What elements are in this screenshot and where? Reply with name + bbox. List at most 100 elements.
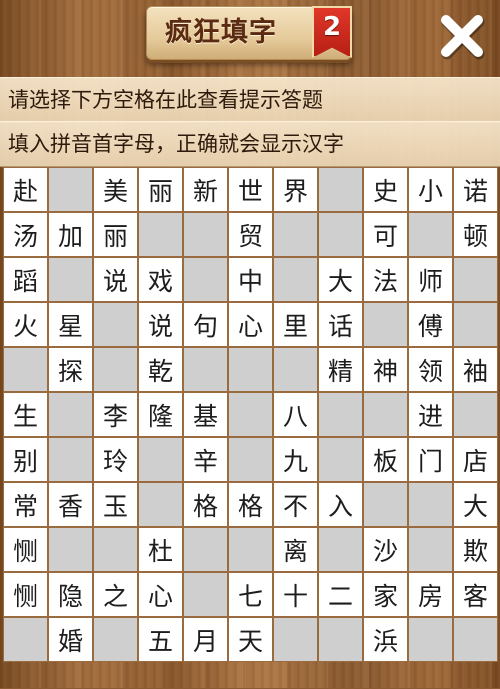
- grid-cell-blocked: [408, 482, 453, 527]
- grid-cell-blocked: [93, 527, 138, 572]
- grid-cell[interactable]: 离: [273, 527, 318, 572]
- grid-cell[interactable]: 袖: [453, 347, 498, 392]
- grid-cell[interactable]: 精: [318, 347, 363, 392]
- grid-cell[interactable]: 门: [408, 437, 453, 482]
- grid-cell[interactable]: 天: [228, 617, 273, 662]
- grid-cell-blocked: [363, 482, 408, 527]
- close-button[interactable]: [436, 10, 488, 62]
- grid-cell[interactable]: 格: [183, 482, 228, 527]
- grid-cell[interactable]: 辛: [183, 437, 228, 482]
- grid-cell[interactable]: 火: [3, 302, 48, 347]
- grid-cell[interactable]: 别: [3, 437, 48, 482]
- grid-cell-blocked: [453, 302, 498, 347]
- grid-cell[interactable]: 师: [408, 257, 453, 302]
- grid-cell[interactable]: 诺: [453, 167, 498, 212]
- grid-cell[interactable]: 恻: [3, 527, 48, 572]
- grid-cell[interactable]: 杜: [138, 527, 183, 572]
- grid-cell-blocked: [48, 167, 93, 212]
- grid-cell-blocked: [318, 527, 363, 572]
- grid-cell-blocked: [138, 482, 183, 527]
- grid-cell[interactable]: 神: [363, 347, 408, 392]
- grid-cell[interactable]: 房: [408, 572, 453, 617]
- grid-cell[interactable]: 七: [228, 572, 273, 617]
- grid-cell[interactable]: 八: [273, 392, 318, 437]
- grid-cell[interactable]: 大: [318, 257, 363, 302]
- grid-cell[interactable]: 探: [48, 347, 93, 392]
- grid-cell[interactable]: 丽: [93, 212, 138, 257]
- grid-cell[interactable]: 店: [453, 437, 498, 482]
- grid-cell-blocked: [318, 617, 363, 662]
- grid-cell[interactable]: 乾: [138, 347, 183, 392]
- hint-bar-2: 填入拼音首字母，正确就会显示汉字: [0, 121, 500, 167]
- grid-cell[interactable]: 赴: [3, 167, 48, 212]
- grid-cell[interactable]: 家: [363, 572, 408, 617]
- grid-cell[interactable]: 蹈: [3, 257, 48, 302]
- grid-cell[interactable]: 沙: [363, 527, 408, 572]
- grid-cell[interactable]: 法: [363, 257, 408, 302]
- grid-cell[interactable]: 常: [3, 482, 48, 527]
- grid-cell[interactable]: 不: [273, 482, 318, 527]
- grid-cell[interactable]: 可: [363, 212, 408, 257]
- grid-cell[interactable]: 欺: [453, 527, 498, 572]
- grid-cell[interactable]: 史: [363, 167, 408, 212]
- grid-cell[interactable]: 话: [318, 302, 363, 347]
- grid-cell[interactable]: 小: [408, 167, 453, 212]
- grid-cell[interactable]: 十: [273, 572, 318, 617]
- grid-cell[interactable]: 贸: [228, 212, 273, 257]
- grid-cell[interactable]: 香: [48, 482, 93, 527]
- grid-cell[interactable]: 进: [408, 392, 453, 437]
- grid-cell[interactable]: 心: [228, 302, 273, 347]
- grid-cell[interactable]: 新: [183, 167, 228, 212]
- grid-cell[interactable]: 星: [48, 302, 93, 347]
- grid-cell-blocked: [228, 437, 273, 482]
- grid-cell-blocked: [363, 302, 408, 347]
- grid-cell-blocked: [408, 617, 453, 662]
- close-icon: [441, 15, 485, 60]
- grid-cell[interactable]: 傅: [408, 302, 453, 347]
- grid-cell[interactable]: 丽: [138, 167, 183, 212]
- grid-cell-blocked: [273, 617, 318, 662]
- grid-cell[interactable]: 入: [318, 482, 363, 527]
- grid-cell[interactable]: 婚: [48, 617, 93, 662]
- grid-cell[interactable]: 界: [273, 167, 318, 212]
- grid-cell[interactable]: 顿: [453, 212, 498, 257]
- grid-cell[interactable]: 李: [93, 392, 138, 437]
- grid-cell[interactable]: 玲: [93, 437, 138, 482]
- grid-cell[interactable]: 二: [318, 572, 363, 617]
- grid-cell[interactable]: 戏: [138, 257, 183, 302]
- grid-cell[interactable]: 领: [408, 347, 453, 392]
- grid-cell[interactable]: 格: [228, 482, 273, 527]
- grid-cell[interactable]: 心: [138, 572, 183, 617]
- grid-cell-blocked: [228, 392, 273, 437]
- grid-cell[interactable]: 世: [228, 167, 273, 212]
- grid-cell[interactable]: 玉: [93, 482, 138, 527]
- grid-cell[interactable]: 客: [453, 572, 498, 617]
- grid-cell[interactable]: 美: [93, 167, 138, 212]
- grid-cell[interactable]: 浜: [363, 617, 408, 662]
- grid-cell[interactable]: 句: [183, 302, 228, 347]
- grid-cell[interactable]: 恻: [3, 572, 48, 617]
- grid-cell[interactable]: 隆: [138, 392, 183, 437]
- grid-cell[interactable]: 加: [48, 212, 93, 257]
- grid-cell[interactable]: 里: [273, 302, 318, 347]
- grid-cell[interactable]: 中: [228, 257, 273, 302]
- grid-cell-blocked: [318, 167, 363, 212]
- grid-cell-blocked: [273, 212, 318, 257]
- grid-cell[interactable]: 板: [363, 437, 408, 482]
- grid-cell[interactable]: 生: [3, 392, 48, 437]
- grid-cell[interactable]: 基: [183, 392, 228, 437]
- grid-cell[interactable]: 月: [183, 617, 228, 662]
- grid-cell-blocked: [138, 212, 183, 257]
- grid-cell[interactable]: 说: [93, 257, 138, 302]
- grid-cell[interactable]: 大: [453, 482, 498, 527]
- grid-cell-blocked: [273, 257, 318, 302]
- grid-cell-blocked: [183, 572, 228, 617]
- grid-cell[interactable]: 隐: [48, 572, 93, 617]
- grid-cell-blocked: [318, 437, 363, 482]
- grid-cell[interactable]: 之: [93, 572, 138, 617]
- grid-cell[interactable]: 说: [138, 302, 183, 347]
- grid-cell[interactable]: 九: [273, 437, 318, 482]
- grid-cell[interactable]: 五: [138, 617, 183, 662]
- grid-cell[interactable]: 汤: [3, 212, 48, 257]
- grid-cell-blocked: [93, 347, 138, 392]
